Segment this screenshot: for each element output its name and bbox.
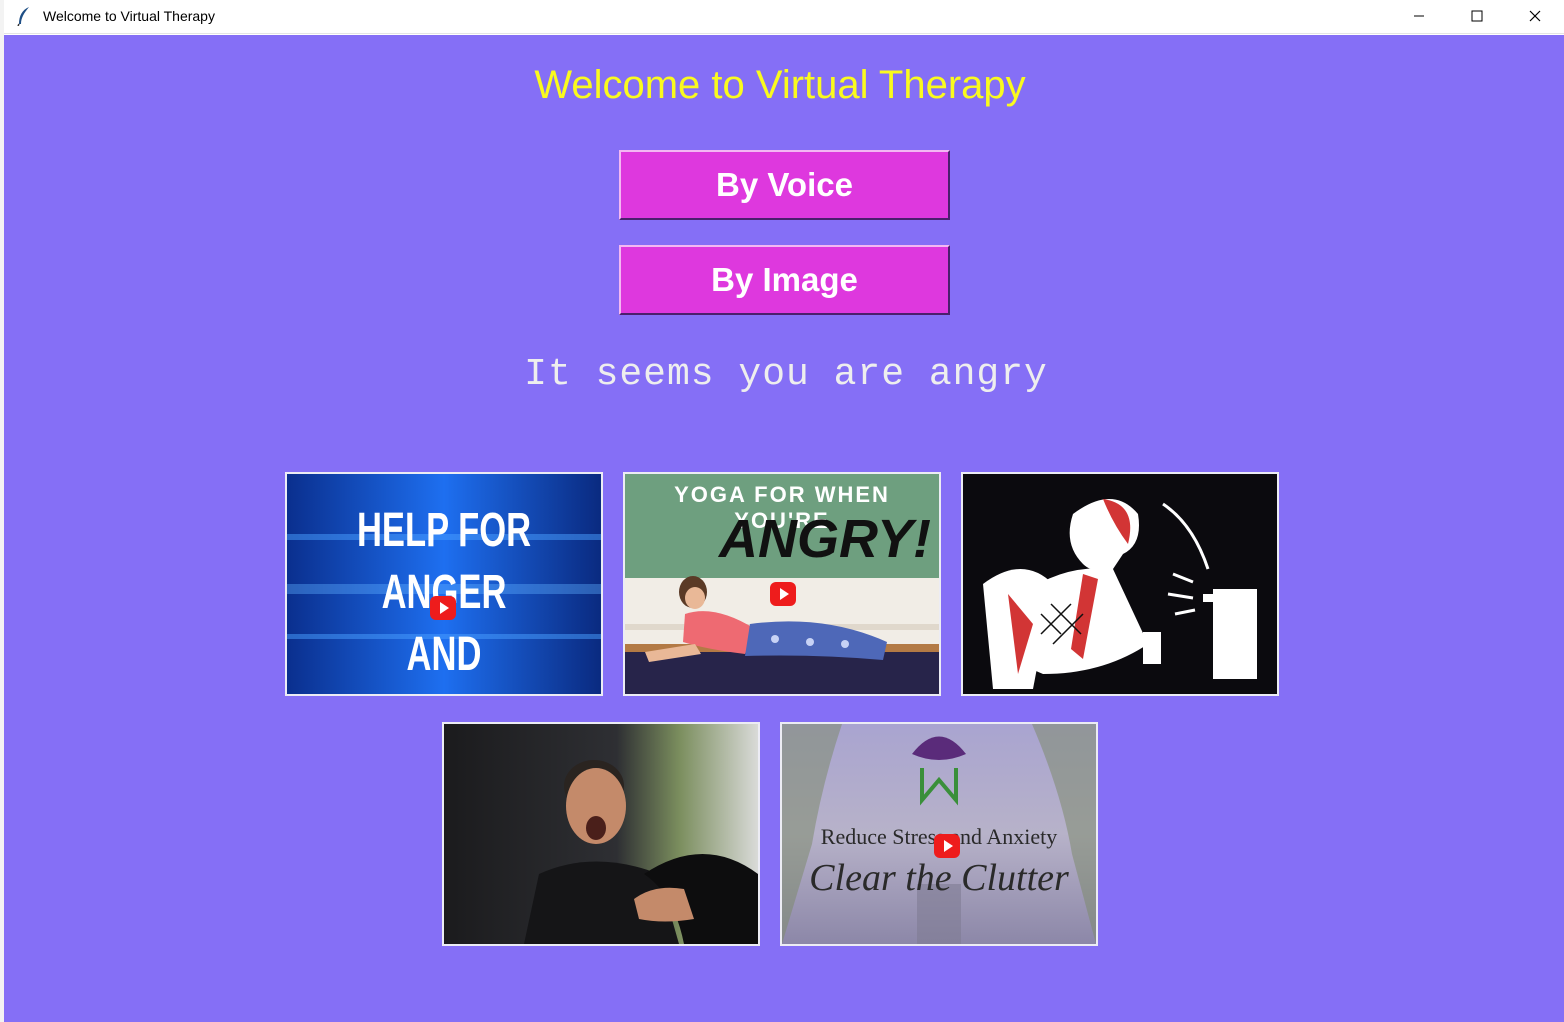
- video-thumbnail-angry-driver[interactable]: [442, 722, 760, 946]
- close-button[interactable]: [1506, 0, 1564, 32]
- video-4-image: [444, 724, 758, 944]
- emotion-status: It seems you are angry: [524, 353, 1048, 396]
- page-title: Welcome to Virtual Therapy: [534, 63, 1026, 107]
- play-icon: [770, 582, 796, 606]
- video-5-line-2: Clear the Clutter: [809, 857, 1069, 899]
- by-voice-button[interactable]: By Voice: [619, 150, 950, 220]
- video-1-line-1: HELP FOR: [356, 504, 532, 557]
- video-thumbnail-yoga-angry[interactable]: YOGA FOR WHEN YOU'RE ANGRY!: [623, 472, 941, 696]
- play-icon: [934, 834, 960, 858]
- video-1-line-3: AND ANXIETY: [369, 628, 519, 694]
- video-thumbnail-angry-illustration[interactable]: [961, 472, 1279, 696]
- maximize-icon: [1471, 10, 1483, 22]
- video-thumbnail-help-for-anger[interactable]: HELP FOR ANGER AND ANXIETY: [285, 472, 603, 696]
- close-icon: [1529, 10, 1541, 22]
- app-window: Welcome to Virtual Therapy Welcome to Vi…: [4, 0, 1564, 1022]
- maximize-button[interactable]: [1448, 0, 1506, 32]
- title-bar[interactable]: Welcome to Virtual Therapy: [4, 0, 1564, 34]
- play-icon: [430, 596, 456, 620]
- minimize-button[interactable]: [1390, 0, 1448, 32]
- video-3-image: [963, 474, 1277, 694]
- by-image-button[interactable]: By Image: [619, 245, 950, 315]
- video-2-big-caption: ANGRY!: [718, 509, 932, 569]
- minimize-icon: [1414, 15, 1424, 17]
- main-panel: Welcome to Virtual Therapy By Voice By I…: [4, 35, 1564, 1022]
- feather-icon: [16, 6, 32, 27]
- video-thumbnail-clear-the-clutter[interactable]: Reduce Stress and Anxiety Clear the Clut…: [780, 722, 1098, 946]
- window-title: Welcome to Virtual Therapy: [43, 8, 215, 24]
